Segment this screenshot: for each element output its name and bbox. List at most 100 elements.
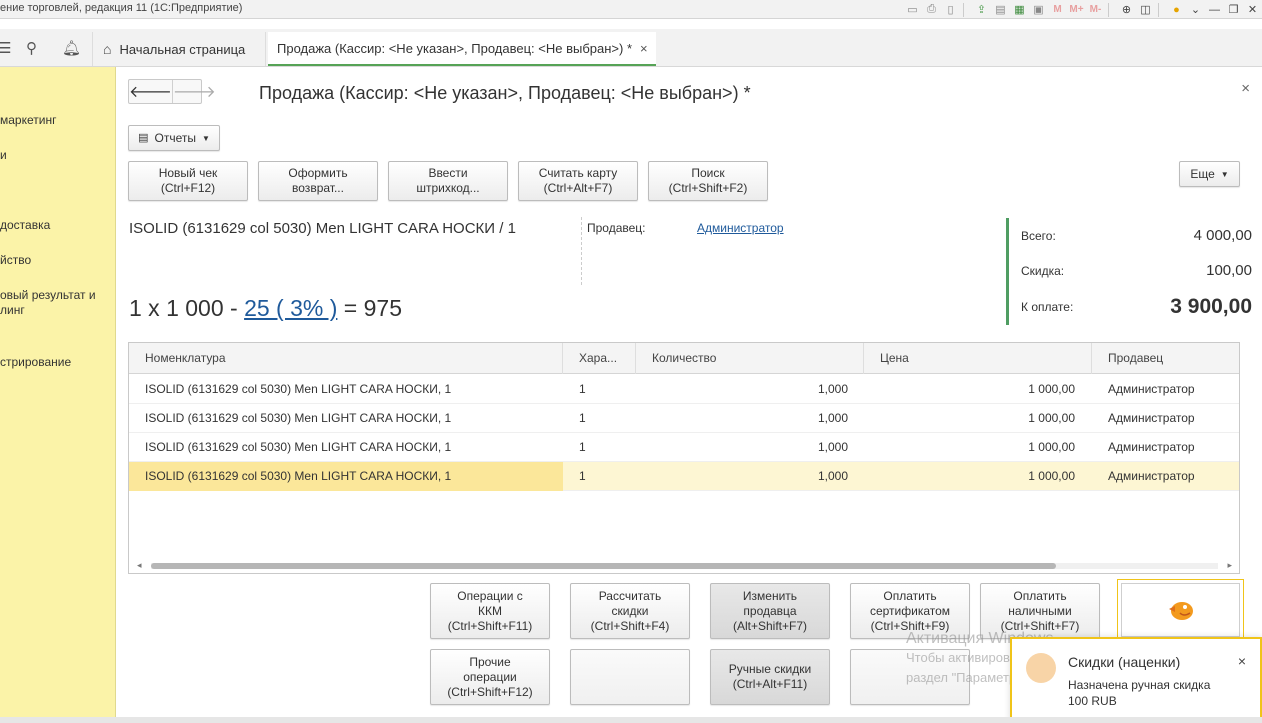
table-row[interactable]: ISOLID (6131629 col 5030) Men LIGHT CARA… bbox=[129, 375, 1239, 404]
tab-home[interactable]: ⌂ Начальная страница bbox=[92, 32, 266, 66]
sidebar-item-4[interactable]: йство bbox=[0, 253, 31, 268]
btn-line: наличными bbox=[1008, 603, 1072, 618]
tab-home-label: Начальная страница bbox=[119, 41, 246, 57]
btn-line: (Alt+Shift+F7) bbox=[732, 618, 808, 633]
m-icon[interactable]: M bbox=[1048, 1, 1067, 19]
back-arrow-icon[interactable]: 🡐 bbox=[129, 80, 173, 103]
table-cell: Администратор bbox=[1108, 469, 1195, 483]
zoom-icon[interactable]: ⊕ bbox=[1117, 1, 1136, 19]
sidebar-item-marketing[interactable]: маркетинг bbox=[0, 113, 56, 128]
kkm-operations-button[interactable]: Операции с ККМ (Ctrl+Shift+F11) bbox=[430, 583, 550, 639]
discount-notification[interactable]: Скидки (наценки) × Назначена ручная скид… bbox=[1010, 637, 1262, 721]
read-card-button[interactable]: Считать карту (Ctrl+Alt+F7) bbox=[518, 161, 638, 201]
manual-discounts-button[interactable]: Ручные скидки (Ctrl+Alt+F11) bbox=[710, 649, 830, 705]
btn-line: Ручные скидки bbox=[728, 662, 812, 676]
notification-title: Скидки (наценки) bbox=[1068, 654, 1181, 670]
discount-link[interactable]: 25 ( 3% ) bbox=[244, 295, 337, 321]
table-row[interactable]: ISOLID (6131629 col 5030) Men LIGHT CARA… bbox=[129, 404, 1239, 433]
total-value: 4 000,00 bbox=[1193, 227, 1252, 244]
totals-panel: Всего: 4 000,00 Скидка: 100,00 К оплате:… bbox=[1006, 218, 1252, 325]
tab-sale[interactable]: Продажа (Кассир: <Не указан>, Продавец: … bbox=[268, 32, 656, 66]
btn-line: (Ctrl+Shift+F11) bbox=[447, 618, 533, 633]
toolbar-divider bbox=[963, 2, 969, 17]
search-button[interactable]: Поиск (Ctrl+Shift+F2) bbox=[648, 161, 768, 201]
table-row[interactable]: ISOLID (6131629 col 5030) Men LIGHT CARA… bbox=[129, 433, 1239, 462]
reports-label: Отчеты bbox=[154, 130, 196, 145]
btn-line: Изменить bbox=[742, 588, 798, 603]
seller-link[interactable]: Администратор bbox=[697, 221, 784, 235]
btn-line: (Ctrl+Alt+F11) bbox=[732, 677, 808, 691]
close-icon[interactable]: ✕ bbox=[1243, 1, 1262, 19]
scroll-thumb[interactable] bbox=[151, 563, 1056, 569]
column-header[interactable]: Хара... bbox=[563, 343, 636, 374]
return-button[interactable]: Оформить возврат... bbox=[258, 161, 378, 201]
titlebar-toolbar: ▭ ⎙ ▯ ⇪ ▤ ▦ ▣ M M+ M- ⊕ ◫ ● ⌄ — ❐ ✕ bbox=[903, 0, 1262, 19]
forward-arrow-icon[interactable]: 🡒 bbox=[173, 80, 216, 103]
column-header[interactable]: Количество bbox=[636, 343, 864, 374]
calc-suffix: = 975 bbox=[337, 295, 402, 321]
divider bbox=[581, 217, 582, 285]
total-label: Всего: bbox=[1021, 229, 1056, 243]
calendar-icon[interactable]: ▣ bbox=[1029, 1, 1048, 19]
other-operations-button[interactable]: Прочие операции (Ctrl+Shift+F12) bbox=[430, 649, 550, 705]
save-icon[interactable]: ▭ bbox=[903, 1, 922, 19]
pay-value: 3 900,00 bbox=[1170, 295, 1252, 318]
barcode-button[interactable]: Ввести штрихкод... bbox=[388, 161, 508, 201]
tab-close-icon[interactable]: × bbox=[640, 41, 648, 56]
menu-icon[interactable]: ☰ bbox=[0, 39, 11, 57]
print2-icon[interactable]: ▤ bbox=[991, 1, 1010, 19]
calculate-discounts-button[interactable]: Рассчитать скидки (Ctrl+Shift+F4) bbox=[570, 583, 690, 639]
items-table: Номенклатура Хара... Количество Цена Про… bbox=[128, 342, 1240, 574]
sale-form: 🡐 🡒 Продажа (Кассир: <Не указан>, Продав… bbox=[117, 67, 1260, 717]
btn-line: штрихкод... bbox=[416, 181, 480, 195]
table-cell: Администратор bbox=[1108, 382, 1195, 396]
table-cell: 1 000,00 bbox=[1028, 382, 1075, 396]
sidebar-item-2[interactable]: и bbox=[0, 148, 7, 163]
scroll-right-icon[interactable]: ▸ bbox=[1227, 560, 1232, 571]
minimize-icon[interactable]: — bbox=[1205, 1, 1224, 19]
upload-icon[interactable]: ⇪ bbox=[972, 1, 991, 19]
scroll-left-icon[interactable]: ◂ bbox=[137, 560, 142, 571]
more-label: Еще bbox=[1190, 166, 1215, 181]
table-cell: 1,000 bbox=[817, 411, 848, 425]
sidebar-item-administration[interactable]: стрирование bbox=[0, 355, 71, 370]
bell-icon[interactable]: 🔔︎ bbox=[62, 39, 81, 57]
table-row-selected[interactable]: ISOLID (6131629 col 5030) Men LIGHT CARA… bbox=[129, 462, 1239, 491]
change-seller-button[interactable]: Изменить продавца (Alt+Shift+F7) bbox=[710, 583, 830, 639]
restore-icon[interactable]: ❐ bbox=[1224, 1, 1243, 19]
btn-line: Считать карту bbox=[538, 166, 618, 180]
column-header[interactable]: Цена bbox=[864, 343, 1092, 374]
btn-line: сертификатом bbox=[869, 603, 951, 618]
m-minus-icon[interactable]: M- bbox=[1086, 1, 1105, 19]
btn-line: (Ctrl+Shift+F2) bbox=[668, 181, 748, 195]
empty-button[interactable] bbox=[570, 649, 690, 705]
table-cell: 1 bbox=[579, 440, 586, 454]
horizontal-scrollbar[interactable]: ◂ ▸ bbox=[137, 560, 1232, 571]
notification-close-icon[interactable]: × bbox=[1238, 653, 1246, 669]
table-cell: ISOLID (6131629 col 5030) Men LIGHT CARA… bbox=[145, 440, 452, 454]
column-header[interactable]: Номенклатура bbox=[129, 343, 563, 374]
panel-icon[interactable]: ◫ bbox=[1136, 1, 1155, 19]
discount-value: 100,00 bbox=[1206, 262, 1252, 279]
calculator-icon[interactable]: ▦ bbox=[1010, 1, 1029, 19]
form-close-icon[interactable]: × bbox=[1241, 80, 1250, 97]
print-icon[interactable]: ⎙ bbox=[922, 1, 941, 19]
search-icon[interactable]: ⚲ bbox=[26, 39, 37, 57]
btn-line: Оплатить bbox=[1013, 588, 1067, 603]
m-plus-icon[interactable]: M+ bbox=[1067, 1, 1086, 19]
sidebar-item-delivery[interactable]: доставка bbox=[0, 218, 50, 233]
btn-line: Новый чек bbox=[158, 166, 218, 180]
chevron-down-icon[interactable]: ⌄ bbox=[1186, 1, 1205, 19]
preview-icon[interactable]: ▯ bbox=[941, 1, 960, 19]
info-icon[interactable]: ● bbox=[1167, 1, 1186, 19]
bird-logo-icon bbox=[1168, 602, 1193, 620]
new-check-button[interactable]: Новый чек (Ctrl+F12) bbox=[128, 161, 248, 201]
more-button[interactable]: Еще ▼ bbox=[1179, 161, 1240, 187]
sidebar-item-financial-result[interactable]: овый результат и bbox=[0, 288, 96, 303]
report-icon: ▤ bbox=[138, 131, 149, 144]
page-title: Продажа (Кассир: <Не указан>, Продавец: … bbox=[259, 83, 751, 103]
column-header[interactable]: Продавец bbox=[1092, 343, 1240, 374]
table-cell: 1,000 bbox=[817, 440, 848, 454]
reports-button[interactable]: ▤ Отчеты ▼ bbox=[128, 125, 220, 151]
sidebar-item-6[interactable]: линг bbox=[0, 303, 25, 318]
